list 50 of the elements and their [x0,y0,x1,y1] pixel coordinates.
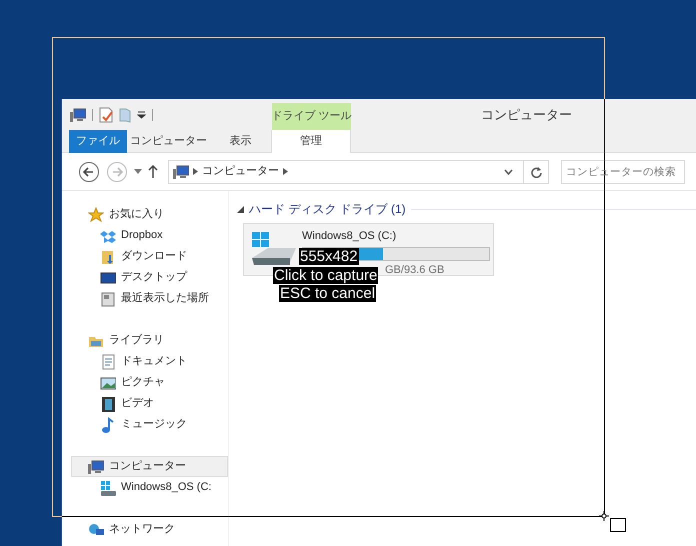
drive-name: Windows8_OS (C:) [302,229,398,244]
star-icon [88,206,104,222]
nav-item[interactable]: ミュージック [62,414,228,435]
chevron-icon[interactable] [193,168,198,175]
drive-space: GB/93.6 GB [385,264,444,276]
chevron-icon[interactable] [283,168,288,175]
recent-places-icon [100,290,116,306]
capture-hint: Click to capture [273,267,378,284]
dropdown-icon[interactable] [504,168,513,174]
nav-item[interactable]: お気に入り [62,204,228,225]
ribbon-tab[interactable]: ファイル [69,130,127,153]
nav-item[interactable]: 最近表示した場所 [62,288,228,309]
nav-item[interactable]: ライブラリ [62,330,228,351]
ribbon-tab[interactable]: コンピューター [127,130,210,153]
ribbon-tab[interactable]: 管理 [271,130,351,153]
nav-item[interactable]: ピクチャ [62,372,228,393]
nav-item[interactable]: ビデオ [62,393,228,414]
dropdown-icon[interactable] [137,110,146,118]
nav-item[interactable]: ネットワーク [62,519,228,540]
address-bar[interactable]: コンピューター [168,160,549,184]
collapse-icon[interactable] [237,206,244,212]
nav-item[interactable]: Windows8_OS (C: [62,477,228,498]
nav-item[interactable]: コンピューター [71,456,228,477]
capture-hint: ESC to cancel [279,285,376,302]
properties-icon[interactable] [99,106,113,122]
drive-icon [100,480,116,496]
picture-icon [100,374,116,390]
context-tab-group: ドライブ ツール [272,103,351,130]
group-header[interactable]: ハード ディスク ドライブ (1) [249,200,406,218]
music-note-icon [100,416,116,432]
caret-icon[interactable] [134,169,142,174]
back-icon[interactable] [78,160,100,182]
up-arrow-icon[interactable] [148,165,158,178]
computer-icon[interactable] [70,106,86,122]
folder-download-icon [100,248,116,264]
network-icon [88,522,104,538]
breadcrumb[interactable]: コンピューター [202,163,279,180]
refresh-icon[interactable] [530,166,542,178]
document-icon [100,354,116,370]
window-title: コンピューター [481,106,572,124]
film-icon [100,396,116,412]
computer-icon [88,458,104,474]
size-label: 555x482 [299,248,359,265]
desktop-icon [100,270,116,286]
computer-icon [173,164,189,180]
nav-item[interactable]: デスクトップ [62,267,228,288]
ribbon-tab[interactable]: 表示 [210,130,271,153]
nav-item[interactable]: ドキュメント [62,351,228,372]
nav-item[interactable]: ダウンロード [62,246,228,267]
nav-item[interactable]: Dropbox [62,225,228,246]
